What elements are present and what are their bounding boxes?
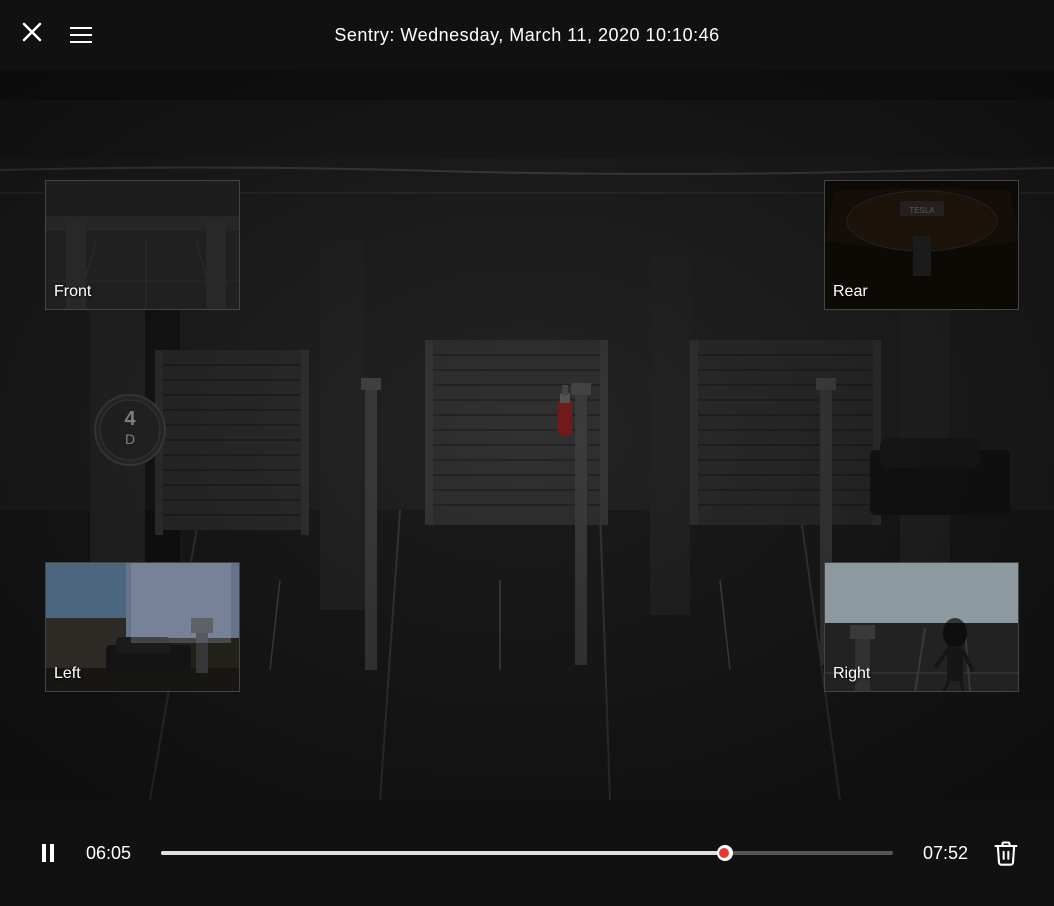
right-camera-thumbnail[interactable]: Right [824,562,1019,692]
progress-bar[interactable] [161,851,893,855]
trash-icon [992,839,1020,867]
pause-icon [42,844,54,862]
rear-camera-thumbnail[interactable]: TESLA Rear [824,180,1019,310]
delete-button[interactable] [988,835,1024,871]
front-camera-label: Front [54,283,91,301]
front-camera-thumbnail[interactable]: Front [45,180,240,310]
total-time: 07:52 [913,843,968,864]
main-video-area: 4 D [0,70,1054,800]
left-camera-thumbnail[interactable]: Left [45,562,240,692]
close-button[interactable] [20,20,44,51]
controls-bar: 06:05 07:52 [0,800,1054,906]
right-camera-label: Right [833,665,870,683]
menu-button[interactable] [70,27,92,43]
header-title: Sentry: Wednesday, March 11, 2020 10:10:… [334,25,719,46]
header-bar: Sentry: Wednesday, March 11, 2020 10:10:… [0,0,1054,70]
rear-camera-label: Rear [833,283,868,301]
left-camera-label: Left [54,665,81,683]
pause-button[interactable] [30,835,66,871]
progress-fill [161,851,725,855]
progress-thumb-red [719,848,729,858]
current-time: 06:05 [86,843,141,864]
